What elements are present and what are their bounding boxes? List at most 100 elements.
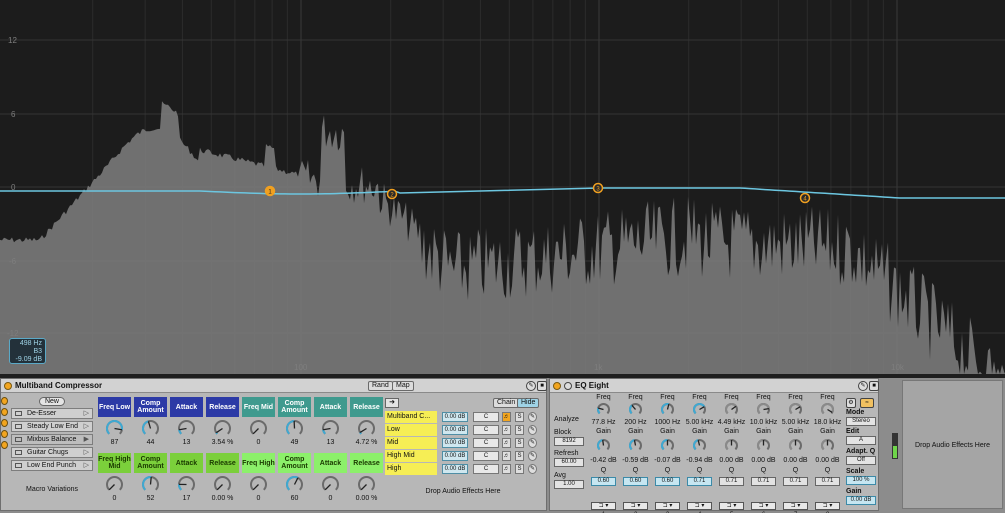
gain-knob-icon[interactable] xyxy=(596,438,611,453)
refresh-input[interactable]: 60.00 xyxy=(554,458,584,467)
rack-save-icon[interactable]: ■ xyxy=(537,381,547,391)
solo-button[interactable]: S xyxy=(515,412,524,422)
filter-type-select[interactable]: ⊐ ▾ xyxy=(623,502,648,510)
recall-arrow-icon[interactable]: ▷ xyxy=(84,409,89,418)
spectrum-graph[interactable]: 1 234 xyxy=(0,0,1005,374)
filter-type-select[interactable]: ⊐ ▾ xyxy=(591,502,616,510)
freq-knob-icon[interactable] xyxy=(596,402,611,417)
freq-knob-icon[interactable] xyxy=(820,402,835,417)
knob-icon[interactable] xyxy=(105,475,124,494)
band-q-input[interactable]: 0.60 xyxy=(591,477,616,486)
eq-oversample-icon[interactable]: ≈ xyxy=(860,398,874,408)
hide-button[interactable]: Hide xyxy=(517,398,540,408)
macro-knob[interactable]: Freq High 0 xyxy=(242,453,275,505)
chain-pan[interactable]: C xyxy=(473,412,499,422)
map-button[interactable]: Map xyxy=(392,381,414,391)
new-variation-button[interactable]: New xyxy=(39,397,65,406)
eq-band[interactable]: Freq5.00 kHzGain-0.94 dBQ0.71⊐ ▾4 xyxy=(684,394,715,513)
gain-knob-icon[interactable] xyxy=(756,438,771,453)
recall-arrow-icon[interactable]: ▷ xyxy=(84,448,89,457)
solo-button[interactable]: S xyxy=(515,425,524,435)
edit-toggle[interactable]: A xyxy=(846,436,876,445)
chain-pan[interactable]: C xyxy=(473,438,499,448)
eq-spectrum-display[interactable]: 1234 12 6 0 -6 -12 100 1k 10k 498 Hz B3 … xyxy=(0,0,1005,374)
variation-item[interactable]: Guitar Chugs ▷ xyxy=(11,447,93,458)
knob-icon[interactable] xyxy=(213,419,232,438)
band-q-input[interactable]: 0.71 xyxy=(815,477,840,486)
macro-knob[interactable]: Attack 13 xyxy=(314,397,347,449)
knob-icon[interactable] xyxy=(285,419,304,438)
knob-icon[interactable] xyxy=(141,475,160,494)
gain-knob-icon[interactable] xyxy=(660,438,675,453)
variation-item[interactable]: Low End Punch ▷ xyxy=(11,460,93,471)
chain-arrow-icon[interactable]: ➜ xyxy=(385,398,399,408)
knob-icon[interactable] xyxy=(357,419,376,438)
chain-button[interactable]: Chain xyxy=(493,398,520,408)
filter-type-select[interactable]: ⊐ ▾ xyxy=(815,502,840,510)
chain-hotswap-icon[interactable]: ✎ xyxy=(528,464,537,474)
show-chains-icon[interactable] xyxy=(1,419,8,427)
chain-row[interactable]: Mid 0.00 dB C ♬ S ✎ xyxy=(385,437,541,449)
chain-name[interactable]: Mid xyxy=(385,437,437,449)
eq-band[interactable]: Freq77.8 HzGain-0.42 dBQ0.60⊐ ▾1 xyxy=(588,394,619,513)
show-macros-icon[interactable] xyxy=(1,397,8,405)
show-devices-icon[interactable] xyxy=(1,430,8,438)
knob-icon[interactable] xyxy=(357,475,376,494)
filter-type-select[interactable]: ⊐ ▾ xyxy=(783,502,808,510)
chain-pan[interactable]: C xyxy=(473,464,499,474)
show-variations-icon[interactable] xyxy=(1,408,8,416)
knob-icon[interactable] xyxy=(249,475,268,494)
eq-band[interactable]: Freq10.0 kHzGain0.00 dBQ0.71⊐ ▾6 xyxy=(748,394,779,513)
knob-icon[interactable] xyxy=(321,475,340,494)
macro-knob[interactable]: Freq Low 87 xyxy=(98,397,131,449)
chain-row[interactable]: Low 0.00 dB C ♬ S ✎ xyxy=(385,424,541,436)
filter-type-select[interactable]: ⊐ ▾ xyxy=(655,502,680,510)
solo-button[interactable]: S xyxy=(515,451,524,461)
rack-drop-zone[interactable]: Drop Audio Effects Here xyxy=(385,488,541,495)
speaker-icon[interactable]: ♬ xyxy=(502,451,511,461)
knob-icon[interactable] xyxy=(285,475,304,494)
freq-knob-icon[interactable] xyxy=(692,402,707,417)
rand-button[interactable]: Rand xyxy=(368,381,393,391)
eq-band[interactable]: Freq18.0 kHzGain0.00 dBQ0.71⊐ ▾8 xyxy=(812,394,843,513)
chain-pan[interactable]: C xyxy=(473,425,499,435)
macro-knob[interactable]: Freq Mid 0 xyxy=(242,397,275,449)
speaker-icon[interactable]: ♬ xyxy=(502,425,511,435)
chain-row[interactable]: High 0.00 dB C ♬ S ✎ xyxy=(385,463,541,475)
macro-knob[interactable]: Comp Amount 49 xyxy=(278,397,311,449)
eq-band[interactable]: Freq1000 HzGain-0.07 dBQ0.60⊐ ▾3 xyxy=(652,394,683,513)
chain-volume[interactable]: 0.00 dB xyxy=(442,451,468,461)
speaker-icon[interactable]: ♬ xyxy=(502,412,511,422)
knob-icon[interactable] xyxy=(141,419,160,438)
knob-icon[interactable] xyxy=(105,419,124,438)
scale-input[interactable]: 100 % xyxy=(846,476,876,485)
macro-knob[interactable]: Comp Amount 60 xyxy=(278,453,311,505)
speaker-icon[interactable]: ♬ xyxy=(502,438,511,448)
eq-band[interactable]: Freq200 HzGain-0.59 dBQ0.60⊐ ▾2 xyxy=(620,394,651,513)
chain-volume[interactable]: 0.00 dB xyxy=(442,464,468,474)
chain-row[interactable]: High Mid 0.00 dB C ♬ S ✎ xyxy=(385,450,541,462)
eq-band[interactable]: Freq4.49 kHzGain0.00 dBQ0.71⊐ ▾5 xyxy=(716,394,747,513)
recall-arrow-icon[interactable]: ▶ xyxy=(84,435,89,444)
recall-arrow-icon[interactable]: ▷ xyxy=(84,461,89,470)
macro-knob[interactable]: Attack 13 xyxy=(170,397,203,449)
avg-input[interactable]: 1.00 xyxy=(554,480,584,489)
recall-arrow-icon[interactable]: ▷ xyxy=(84,422,89,431)
chain-hotswap-icon[interactable]: ✎ xyxy=(528,412,537,422)
knob-icon[interactable] xyxy=(249,419,268,438)
chain-hotswap-icon[interactable]: ✎ xyxy=(528,438,537,448)
show-mapping-icon[interactable] xyxy=(1,441,8,449)
eq-titlebar[interactable]: EQ Eight ✎ ■ xyxy=(550,379,879,393)
band-q-input[interactable]: 0.71 xyxy=(783,477,808,486)
band-q-input[interactable]: 0.60 xyxy=(623,477,648,486)
rack-hotswap-icon[interactable]: ✎ xyxy=(526,381,536,391)
solo-button[interactable]: S xyxy=(515,438,524,448)
chain-name[interactable]: High Mid xyxy=(385,450,437,462)
eq-power-icon[interactable] xyxy=(553,381,561,390)
block-select[interactable]: 8192 xyxy=(554,437,584,446)
rack-power-icon[interactable] xyxy=(4,381,12,390)
freq-knob-icon[interactable] xyxy=(756,402,771,417)
filter-type-select[interactable]: ⊐ ▾ xyxy=(719,502,744,510)
chain-hotswap-icon[interactable]: ✎ xyxy=(528,425,537,435)
eq-hotswap-icon[interactable]: ✎ xyxy=(858,381,868,391)
